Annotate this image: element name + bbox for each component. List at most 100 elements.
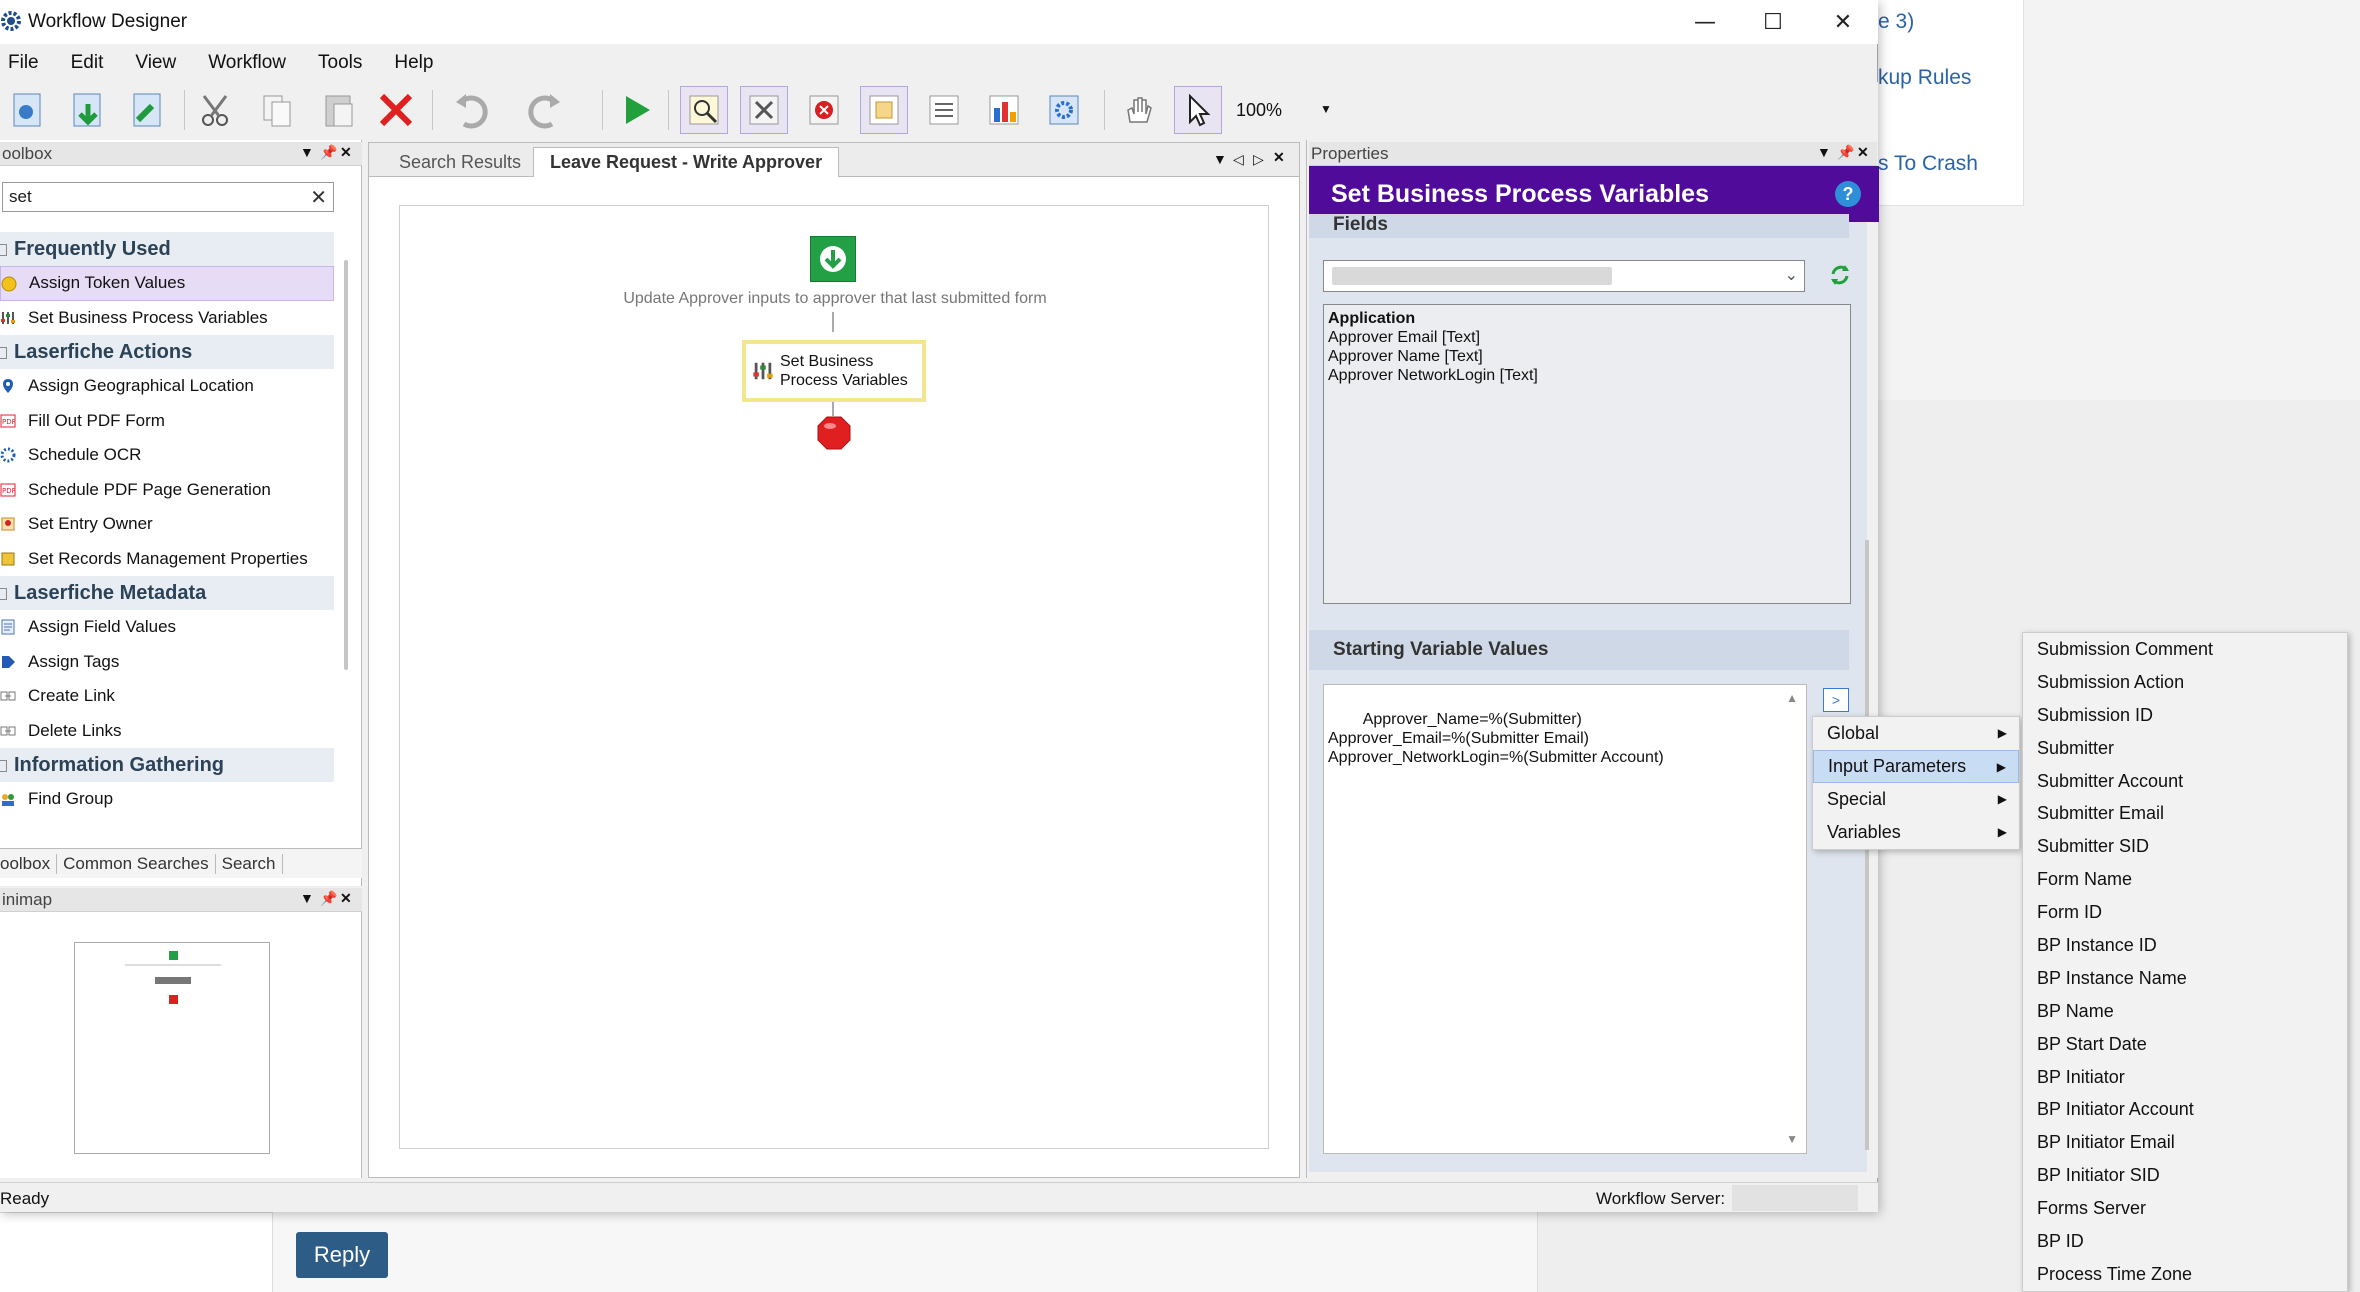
- copy-icon[interactable]: [254, 86, 302, 134]
- submenu-item[interactable]: Form Name: [2023, 863, 2347, 896]
- tab-list-icon[interactable]: ▼: [1213, 151, 1227, 167]
- tools-icon[interactable]: [740, 86, 788, 134]
- submenu-item[interactable]: Submitter SID: [2023, 830, 2347, 863]
- category-information-gathering[interactable]: Information Gathering: [0, 748, 334, 782]
- close-panel-icon[interactable]: ✕: [340, 144, 352, 161]
- starting-values-textbox[interactable]: Approver_Name=%(Submitter) Approver_Emai…: [1323, 684, 1807, 1154]
- chart-icon[interactable]: [980, 86, 1028, 134]
- menu-item-special[interactable]: Special ▶: [1813, 783, 2019, 816]
- submenu-item[interactable]: Process Time Zone: [2023, 1258, 2347, 1291]
- workflow-canvas[interactable]: Update Approver inputs to approver that …: [399, 205, 1269, 1149]
- pin-icon[interactable]: 📌: [320, 890, 337, 907]
- zoom-level[interactable]: 100%: [1236, 100, 1282, 121]
- category-frequently-used[interactable]: Frequently Used: [0, 232, 334, 266]
- tab-search[interactable]: Search: [216, 853, 283, 874]
- checklist-icon[interactable]: [920, 86, 968, 134]
- background-link-3[interactable]: s To Crash: [1878, 152, 1978, 176]
- toolbox-search-input[interactable]: set ✕: [2, 182, 334, 212]
- start-node[interactable]: [810, 236, 856, 282]
- repository-dropdown[interactable]: ⌄: [1323, 260, 1805, 292]
- menu-item-input-parameters[interactable]: Input Parameters ▶: [1813, 750, 2019, 783]
- toolbox-item[interactable]: Delete Links: [0, 714, 334, 749]
- close-panel-icon[interactable]: ✕: [1857, 144, 1869, 161]
- submenu-item[interactable]: BP Initiator Account: [2023, 1093, 2347, 1126]
- toolbox-item[interactable]: Set Records Management Properties: [0, 542, 334, 577]
- run-icon[interactable]: [612, 86, 660, 134]
- insert-token-button[interactable]: >: [1823, 688, 1849, 712]
- tab-prev-icon[interactable]: ◁: [1233, 151, 1244, 168]
- set-bp-variables-activity[interactable]: Set Business Process Variables: [742, 340, 926, 402]
- paste-icon[interactable]: [314, 86, 362, 134]
- field-item[interactable]: Approver Email [Text]: [1328, 328, 1846, 347]
- menu-file[interactable]: File: [0, 52, 49, 74]
- background-link-2[interactable]: kup Rules: [1878, 66, 1971, 90]
- submenu-item[interactable]: BP Name: [2023, 995, 2347, 1028]
- menu-help[interactable]: Help: [372, 52, 443, 74]
- submenu-item[interactable]: BP Initiator Email: [2023, 1126, 2347, 1159]
- tab-common-searches[interactable]: Common Searches: [57, 853, 216, 874]
- minimize-button[interactable]: —: [1670, 0, 1740, 44]
- submenu-item[interactable]: Submission Comment: [2023, 633, 2347, 666]
- toolbox-item[interactable]: Set Entry Owner: [0, 507, 334, 542]
- tab-leave-request[interactable]: Leave Request - Write Approver: [533, 147, 840, 177]
- panel-menu-icon[interactable]: ▼: [1817, 144, 1831, 160]
- toolbox-item[interactable]: PDF Schedule PDF Page Generation: [0, 473, 334, 508]
- tab-next-icon[interactable]: ▷: [1253, 151, 1264, 168]
- panel-menu-icon[interactable]: ▼: [300, 144, 314, 160]
- menu-tools[interactable]: Tools: [296, 52, 372, 74]
- maximize-button[interactable]: ☐: [1738, 0, 1808, 44]
- pin-icon[interactable]: 📌: [1837, 144, 1854, 161]
- close-tab-icon[interactable]: ✕: [1273, 149, 1285, 166]
- hand-icon[interactable]: [1114, 86, 1162, 134]
- save-workflow-icon[interactable]: [124, 86, 172, 134]
- close-button[interactable]: ✕: [1808, 0, 1878, 44]
- redo-icon[interactable]: [522, 86, 570, 134]
- search-icon[interactable]: [680, 86, 728, 134]
- field-item[interactable]: Approver Name [Text]: [1328, 347, 1846, 366]
- scroll-up-icon[interactable]: ▲: [1786, 689, 1798, 708]
- properties-icon[interactable]: [860, 86, 908, 134]
- toolbox-item[interactable]: Assign Token Values: [0, 266, 334, 301]
- stop-node[interactable]: [817, 416, 851, 450]
- submenu-item[interactable]: Submitter Email: [2023, 797, 2347, 830]
- toolbox-item[interactable]: Assign Tags: [0, 645, 334, 680]
- field-item[interactable]: Approver NetworkLogin [Text]: [1328, 366, 1846, 385]
- submenu-item[interactable]: BP ID: [2023, 1225, 2347, 1258]
- toolbox-scrollbar[interactable]: [344, 260, 348, 670]
- delete-icon[interactable]: [372, 86, 420, 134]
- toolbox-item[interactable]: Assign Geographical Location: [0, 369, 334, 404]
- error-icon[interactable]: [800, 86, 848, 134]
- menu-item-global[interactable]: Global ▶: [1813, 717, 2019, 750]
- toolbox-item[interactable]: Assign Field Values: [0, 610, 334, 645]
- refresh-icon[interactable]: [1827, 262, 1853, 288]
- minimap-viewport[interactable]: [74, 942, 270, 1154]
- submenu-item[interactable]: Form ID: [2023, 896, 2347, 929]
- submenu-item[interactable]: BP Start Date: [2023, 1028, 2347, 1061]
- submenu-item[interactable]: BP Instance Name: [2023, 962, 2347, 995]
- clear-search-icon[interactable]: ✕: [310, 185, 327, 210]
- toolbox-item[interactable]: Find Group: [0, 782, 334, 817]
- submenu-item[interactable]: BP Initiator: [2023, 1061, 2347, 1094]
- toolbox-item[interactable]: Create Link: [0, 679, 334, 714]
- panel-menu-icon[interactable]: ▼: [300, 890, 314, 906]
- toolbox-item[interactable]: Set Business Process Variables: [0, 301, 334, 336]
- submenu-item[interactable]: Submission Action: [2023, 666, 2347, 699]
- menu-edit[interactable]: Edit: [49, 52, 114, 74]
- scroll-down-icon[interactable]: ▼: [1786, 1130, 1798, 1149]
- menu-item-variables[interactable]: Variables ▶: [1813, 816, 2019, 849]
- help-icon[interactable]: ?: [1835, 181, 1861, 207]
- settings-icon[interactable]: [1040, 86, 1088, 134]
- cut-icon[interactable]: [192, 86, 240, 134]
- new-workflow-icon[interactable]: [4, 86, 52, 134]
- toolbox-item[interactable]: Schedule OCR: [0, 438, 334, 473]
- submenu-item[interactable]: BP Instance ID: [2023, 929, 2347, 962]
- toolbox-item[interactable]: PDF Fill Out PDF Form: [0, 404, 334, 439]
- zoom-dropdown-icon[interactable]: ▼: [1320, 102, 1332, 116]
- title-bar[interactable]: Workflow Designer — ☐ ✕: [0, 0, 1878, 44]
- undo-icon[interactable]: [446, 86, 494, 134]
- category-laserfiche-metadata[interactable]: Laserfiche Metadata: [0, 576, 334, 610]
- tab-toolbox[interactable]: oolbox: [0, 853, 58, 874]
- tab-search-results[interactable]: Search Results: [383, 147, 537, 177]
- background-link-1[interactable]: e 3): [1878, 10, 1914, 34]
- pointer-icon[interactable]: [1174, 86, 1222, 134]
